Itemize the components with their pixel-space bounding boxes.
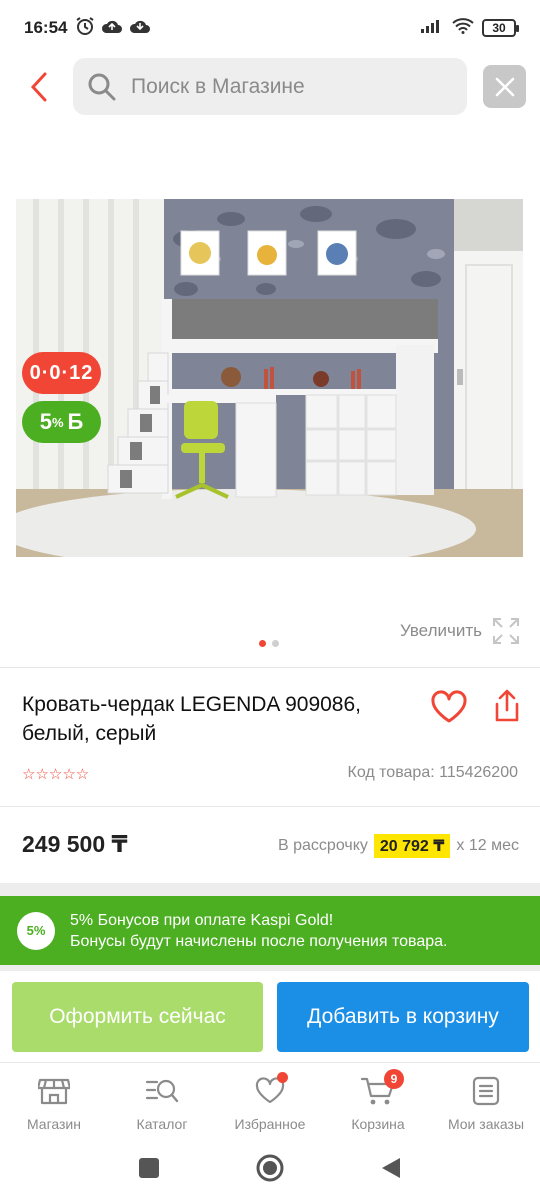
installment-suffix: x 12 мес — [456, 837, 519, 854]
catalog-search-icon — [145, 1075, 179, 1107]
search-icon — [88, 73, 116, 100]
status-bar: 16:54 30 — [0, 0, 540, 56]
status-time: 16:54 — [24, 18, 68, 37]
favorites-notification-dot — [277, 1072, 288, 1083]
search-input[interactable] — [131, 74, 441, 99]
zoom-button[interactable]: Увеличить — [400, 617, 520, 645]
nav-item-cart[interactable]: 9 Корзина — [324, 1063, 432, 1140]
promo-text: 5% Бонусов при оплате Kaspi Gold! Бонусы… — [70, 910, 447, 952]
nav-label-shop: Магазин — [26, 1116, 81, 1132]
nav-item-orders[interactable]: Мои заказы — [432, 1063, 540, 1140]
home-button[interactable] — [255, 1153, 285, 1188]
section-separator — [0, 883, 540, 896]
promo-badge: 5% — [17, 911, 55, 950]
installment-amount: 20 792 ₸ — [373, 834, 451, 858]
carousel-dot[interactable] — [272, 640, 279, 647]
divider — [0, 667, 540, 668]
promo-line-2: Бонусы будут начислены после получения т… — [70, 932, 448, 950]
carousel-dots[interactable] — [259, 640, 279, 647]
cloud-download-icon — [129, 18, 151, 39]
share-icon — [495, 689, 519, 722]
search-bar[interactable] — [73, 58, 467, 115]
nav-label-favorites: Избранное — [234, 1116, 306, 1132]
signal-icon — [420, 18, 444, 39]
zoom-label: Увеличить — [400, 621, 482, 640]
add-to-cart-button[interactable]: Добавить в корзину — [277, 982, 529, 1052]
bonus-badge: 5% Б — [22, 401, 101, 443]
close-button[interactable] — [483, 65, 526, 108]
cloud-upload-icon — [101, 18, 123, 39]
heart-icon — [431, 690, 467, 723]
back-button[interactable] — [22, 68, 56, 106]
nav-item-catalog[interactable]: Каталог — [108, 1063, 216, 1140]
chevron-left-icon — [30, 72, 47, 102]
section-separator — [0, 965, 540, 971]
nav-item-favorites[interactable]: Избранное — [216, 1063, 324, 1140]
favorite-button[interactable] — [430, 690, 470, 726]
promo-line-1: 5% Бонусов при оплате Kaspi Gold! — [70, 911, 334, 929]
orders-list-icon — [469, 1075, 503, 1107]
status-right: 30 — [420, 17, 519, 39]
product-page: 16:54 30 Поиск в Магазине 0·0·12 5 % Б У… — [0, 0, 540, 1200]
kaspi-gold-promo[interactable]: 5% 5% Бонусов при оплате Kaspi Gold! Бон… — [0, 896, 540, 965]
nav-label-cart: Корзина — [351, 1116, 405, 1132]
carousel-dot-active[interactable] — [259, 640, 266, 647]
store-icon — [37, 1075, 71, 1107]
bonus-badge-percent: 5 — [39, 409, 52, 434]
bottom-navigation: Магазин Каталог Избранное 9 Корзина Мои … — [0, 1062, 540, 1140]
installment-prefix: В рассрочку — [278, 837, 368, 854]
share-button[interactable] — [493, 688, 523, 724]
divider — [0, 806, 540, 807]
home-circle-icon — [256, 1154, 284, 1181]
installment-info[interactable]: В рассрочку 20 792 ₸ x 12 мес — [278, 834, 519, 858]
close-icon — [495, 77, 514, 96]
triangle-back-icon — [382, 1157, 400, 1178]
battery-icon: 30 — [482, 19, 519, 37]
product-title: Кровать-чердак LEGENDA 909086, белый, се… — [22, 693, 362, 745]
product-price: 249 500 ₸ — [22, 831, 128, 857]
rating-stars[interactable]: ☆☆☆☆☆ — [22, 765, 89, 783]
expand-icon — [493, 618, 519, 644]
cart-count-badge: 9 — [384, 1069, 404, 1089]
system-navigation — [0, 1140, 540, 1200]
header — [0, 58, 540, 116]
nav-item-shop[interactable]: Магазин — [0, 1063, 108, 1140]
system-back-button[interactable] — [380, 1156, 402, 1185]
bonus-badge-symbol: % — [51, 414, 64, 430]
product-sku: Код товара: 115426200 — [347, 764, 519, 781]
wifi-icon — [452, 17, 474, 39]
timer-badge: 0·0·12 — [22, 352, 101, 394]
bonus-badge-letter: Б — [67, 409, 84, 434]
nav-label-catalog: Каталог — [136, 1116, 188, 1132]
alarm-icon — [75, 16, 95, 41]
recent-apps-button[interactable] — [138, 1157, 160, 1184]
square-icon — [139, 1157, 159, 1178]
nav-label-orders: Мои заказы — [447, 1116, 525, 1132]
buy-now-button[interactable]: Оформить сейчас — [12, 982, 263, 1052]
